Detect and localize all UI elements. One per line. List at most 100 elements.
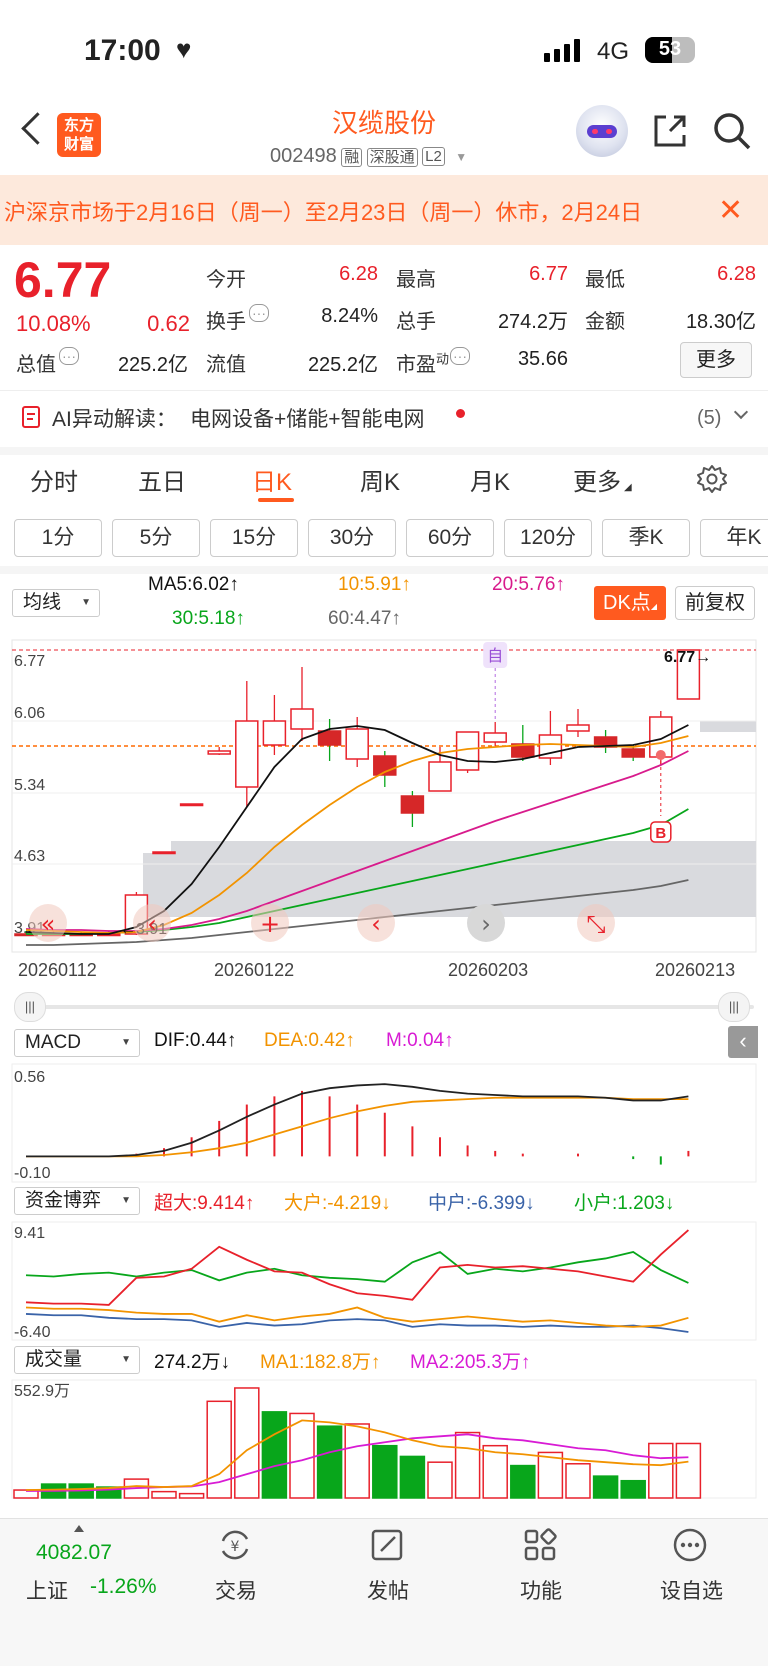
funds-mid: 中户:-6.399↓ [428,1193,535,1214]
volume-bar-up [648,1442,674,1499]
robot-avatar-icon[interactable] [576,105,628,157]
macd-chart: 0.56 -0.10 [11,1063,757,1183]
status-bar: 17:00 ♥ 4G 53 [0,28,768,78]
range-handle-left[interactable]: ||| [14,992,46,1022]
amount-label: 金额 [585,311,625,333]
funds-selector[interactable]: 资金博弈 ▼ [14,1187,140,1215]
funds-chart: 9.41 -6.40 [11,1221,757,1341]
macd-dea: DEA:0.42↑ [264,1030,355,1051]
index-up-arrow-icon [74,1525,84,1532]
index-change[interactable]: -1.26% [90,1575,157,1599]
network-label: 4G [597,38,630,65]
right-arrow-icon: › [481,910,491,938]
period-30min[interactable]: 30分 [308,519,396,557]
period-1min[interactable]: 1分 [14,519,102,557]
stock-code: 002498 [270,145,337,167]
macd-dif: DIF:0.44↑ [154,1030,237,1051]
ma30-value: 30:5.18↑ [172,608,245,629]
date-label: 20260112 [18,960,97,980]
collapse-arrow-icon[interactable]: ‹ [728,1026,758,1058]
nav-functions[interactable]: 功能 [505,1525,575,1605]
svg-text:¥: ¥ [231,1539,240,1555]
settings-gear-icon[interactable] [697,464,727,494]
macd-selector[interactable]: MACD ▼ [14,1029,140,1057]
funds-big: 大户:-4.219↓ [284,1193,391,1214]
candle-down [621,748,645,758]
candle-up [179,803,204,807]
price-axis-label: 6.06 [14,705,45,722]
red-dot-icon [456,409,465,418]
kline-chart[interactable]: 6.776.065.344.633.916.77→←3.91自B«‹+‹›⤡ [0,636,768,956]
period-5min[interactable]: 5分 [112,519,200,557]
status-time: 17:00 [84,34,161,67]
float-label: 流值 [206,354,246,376]
ai-label: AI异动解读： [52,408,177,431]
notice-banner[interactable]: 沪深京市场于2月16日（周一）至2月23日（周一）休市，2月24日 ✕ [0,175,768,245]
range-scrollbar[interactable] [14,1005,754,1009]
left-icon: ‹ [147,910,157,938]
nav-trade[interactable]: ¥ 交易 [200,1525,270,1605]
nav-functions-label: 功能 [520,1580,562,1603]
ma20-value: 20:5.76↑ [492,574,565,595]
tab-weekly-k[interactable]: 周K [360,462,400,497]
volume-bar-up [289,1412,315,1499]
nav-post[interactable]: 发帖 [352,1525,422,1605]
close-icon[interactable]: ✕ [718,193,743,228]
macd-m: M:0.04↑ [386,1030,454,1051]
stock-code-row: 002498 融 深股通 L2 ▼ [270,145,500,171]
battery-icon: 53 [645,37,695,63]
range-handle-right[interactable]: ||| [718,992,750,1022]
period-60min[interactable]: 60分 [406,519,494,557]
zoom-in-icon: + [260,910,280,938]
index-name[interactable]: 上证 [26,1575,68,1605]
mktcap-value: 225.2亿 [117,354,188,376]
signal-icon [544,38,584,62]
macd-axis-bottom: -0.10 [14,1165,51,1182]
tab-intraday[interactable]: 分时 [30,462,78,497]
period-quarter-k[interactable]: 季K [602,519,690,557]
open-label: 今开 [206,269,246,291]
candle-up [483,732,507,743]
volume-value: 274.2万 [497,311,568,333]
chevron-down-icon[interactable] [733,404,749,420]
forward-adjust-button[interactable]: 前复权 [675,586,755,620]
ma-selector[interactable]: 均线 ▼ [12,589,100,617]
caret-icon: ◢ [624,482,632,493]
search-icon[interactable] [712,111,752,151]
ai-insight-row[interactable]: AI异动解读： 电网设备+储能+智能电网 (5) [0,391,768,447]
info-icon[interactable]: ··· [450,347,471,365]
dk-point-button[interactable]: DK点◢ [594,586,666,620]
volume-bar-down [316,1425,343,1499]
index-value[interactable]: 4082.07 [36,1541,112,1565]
quote-panel: 6.77 10.08% 0.62 今开 6.28 最高 6.77 最低 6.28… [0,245,768,390]
period-15min[interactable]: 15分 [210,519,298,557]
tag-sz-connect: 深股通 [366,148,418,167]
ma5-value: MA5:6.02↑ [148,574,239,595]
tab-monthly-k[interactable]: 月K [470,462,510,497]
self-marker-label: 自 [487,646,503,665]
ai-text: 电网设备+储能+智能电网 [190,408,425,431]
volume-bar-down [399,1455,426,1499]
tab-more[interactable]: 更多 ◢ [573,462,632,497]
info-icon[interactable]: ··· [249,304,269,322]
volume-bar-down [510,1464,536,1499]
funds-small: 小户:1.203↓ [574,1193,675,1214]
volume-bar-up [537,1451,564,1499]
more-button[interactable]: 更多 [680,342,752,378]
tab-five-day[interactable]: 五日 [138,462,186,497]
volume-bar-up [151,1490,177,1499]
period-year-k[interactable]: 年K [700,519,768,557]
volume-selector[interactable]: 成交量 ▼ [14,1346,140,1374]
volume-bar-down [592,1475,619,1499]
turnover-value: 8.24% [321,305,378,327]
info-icon[interactable]: ··· [59,347,79,365]
volume-label: 总手 [396,311,436,333]
volume-bar-up [454,1431,481,1499]
share-icon[interactable] [652,113,688,149]
chevron-down-icon[interactable]: ▼ [455,150,467,164]
tab-daily-k[interactable]: 日K [252,462,292,497]
tag-l2: L2 [422,147,445,166]
period-120min[interactable]: 120分 [504,519,592,557]
nav-trade-label: 交易 [215,1580,257,1603]
nav-add-watchlist[interactable]: 设自选 [650,1525,730,1605]
